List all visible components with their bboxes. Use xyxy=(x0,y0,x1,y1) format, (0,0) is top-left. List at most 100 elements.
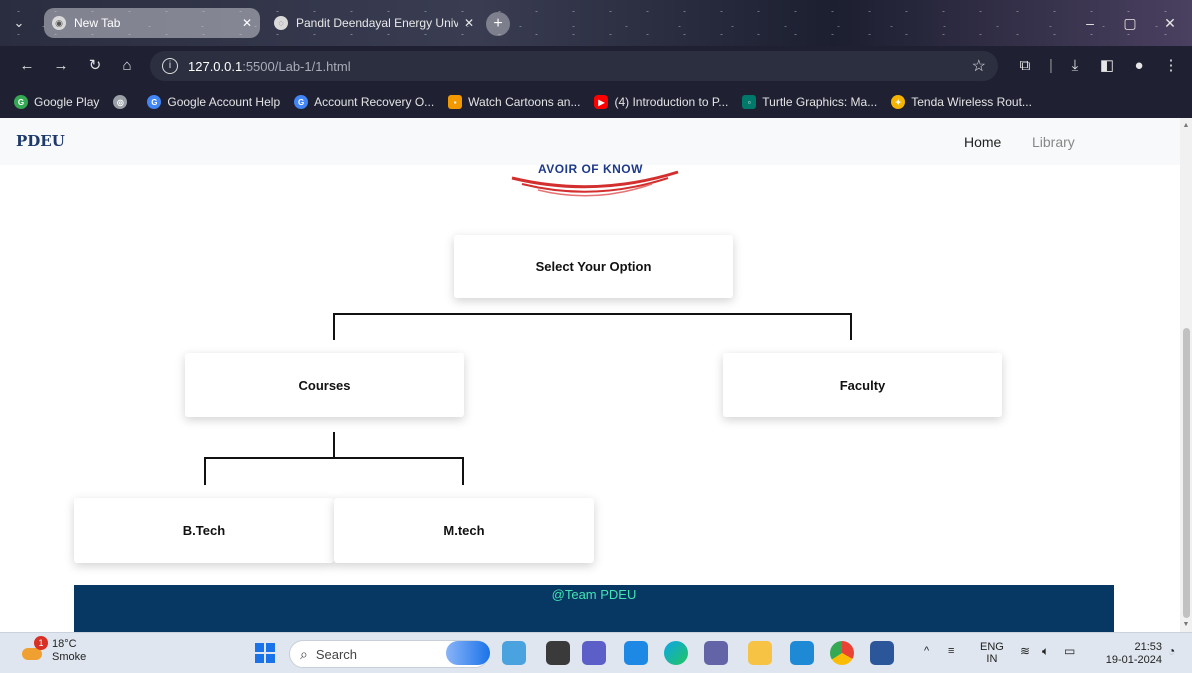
bookmark-google-play[interactable]: G Google Play xyxy=(14,95,99,109)
tab-title: Pandit Deendayal Energy Univ xyxy=(296,16,458,30)
bookmark-google-account-help[interactable]: G Google Account Help xyxy=(147,95,280,109)
file-explorer-icon[interactable] xyxy=(748,641,772,665)
download-icon[interactable]: ⤓ xyxy=(1064,55,1086,77)
weather-desc: Smoke xyxy=(52,651,87,663)
pen-menu-icon[interactable]: ≡ xyxy=(948,645,954,657)
bookmark-tenda[interactable]: ✦ Tenda Wireless Rout... xyxy=(891,95,1032,109)
search-icon: ⌕ xyxy=(300,645,308,662)
reload-icon[interactable]: ↻ xyxy=(84,55,106,77)
brand-link[interactable]: PDEU xyxy=(16,132,65,150)
bookmark-label: Tenda Wireless Rout... xyxy=(911,95,1032,109)
tab-search-icon[interactable]: ⌄ xyxy=(8,12,30,34)
youtube-icon: ▶ xyxy=(594,95,609,109)
word-icon[interactable] xyxy=(870,641,894,665)
btech-card[interactable]: B.Tech xyxy=(74,498,334,563)
browser-toolbar: ← → ↻ ⌂ i 127.0.0.1:5500/Lab-1/1.html ☆ … xyxy=(0,46,1192,86)
card-label: Faculty xyxy=(839,377,886,393)
globe-icon: ◎ xyxy=(113,95,128,109)
close-window-icon[interactable]: ✕ xyxy=(1152,8,1188,38)
card-label: Courses xyxy=(298,377,351,393)
address-bar[interactable]: i 127.0.0.1:5500/Lab-1/1.html ☆ xyxy=(150,51,998,81)
courses-card[interactable]: Courses xyxy=(185,353,464,417)
mtech-card[interactable]: M.tech xyxy=(334,498,594,563)
weather-temp: 18°C xyxy=(52,638,77,650)
taskbar-clock[interactable]: 21:53 19-01-2024 xyxy=(1106,641,1162,667)
volume-icon[interactable]: 🔈︎ xyxy=(1042,645,1049,657)
google-icon: G xyxy=(14,95,28,109)
home-icon[interactable]: ⌂ xyxy=(116,55,138,77)
card-label: M.tech xyxy=(443,523,485,538)
maximize-icon[interactable]: ▢ xyxy=(1112,8,1148,38)
card-label: Select Your Option xyxy=(535,259,652,274)
widgets-icon[interactable] xyxy=(502,641,526,665)
url-path: :5500/Lab-1/1.html xyxy=(242,58,351,74)
bookmark-label: (4) Introduction to P... xyxy=(614,95,729,109)
task-view-icon[interactable] xyxy=(546,641,570,665)
bookmark-watch-cartoons[interactable]: ▪ Watch Cartoons an... xyxy=(448,95,580,109)
new-tab-button[interactable]: + xyxy=(486,12,510,36)
footer-text: @Team PDEU xyxy=(551,587,637,602)
lang-code: ENG xyxy=(980,641,1004,653)
site-info-icon[interactable]: i xyxy=(162,58,178,74)
bookmark-label: Account Recovery O... xyxy=(314,95,435,109)
extensions-icon[interactable]: ⧉ xyxy=(1014,55,1036,77)
back-icon[interactable]: ← xyxy=(16,55,38,77)
nav-home-link[interactable]: Home xyxy=(964,134,1001,150)
scroll-down-icon[interactable]: ▼ xyxy=(1180,621,1192,628)
bookmark-label: Turtle Graphics: Ma... xyxy=(762,95,878,109)
notification-bell-icon[interactable]: ◔ xyxy=(1168,645,1175,657)
faculty-card[interactable]: Faculty xyxy=(723,353,1002,417)
edge-icon[interactable] xyxy=(664,641,688,665)
menu-kebab-icon[interactable]: ⋮ xyxy=(1160,55,1182,77)
chrome-icon[interactable] xyxy=(830,641,854,665)
bookmark-label: Watch Cartoons an... xyxy=(468,95,581,109)
minimize-icon[interactable]: – xyxy=(1072,8,1108,38)
nav-library-link[interactable]: Library xyxy=(1032,134,1075,150)
google-icon: G xyxy=(147,95,162,109)
bookmark-account-recovery[interactable]: G Account Recovery O... xyxy=(294,95,434,109)
search-placeholder: Search xyxy=(315,646,358,662)
tab-new-tab[interactable]: ◉ New Tab ✕ xyxy=(44,8,260,38)
bookmark-globe[interactable]: ◎ xyxy=(113,95,133,109)
vscode-icon[interactable] xyxy=(790,641,814,665)
chrome-favicon-icon: ◉ xyxy=(52,16,66,30)
select-option-card[interactable]: Select Your Option xyxy=(454,235,733,298)
bookmark-label: Google Play xyxy=(34,95,100,109)
bookmark-turtle-graphics[interactable]: ▫ Turtle Graphics: Ma... xyxy=(742,95,877,109)
scroll-up-icon[interactable]: ▲ xyxy=(1180,122,1192,129)
scrollbar-thumb[interactable] xyxy=(1183,328,1190,618)
url-host: 127.0.0.1 xyxy=(188,58,243,74)
bookmark-star-icon[interactable]: ☆ xyxy=(972,56,986,76)
pdeu-logo: AVOIR OF KNOW xyxy=(510,162,680,202)
teams-work-icon[interactable] xyxy=(704,641,728,665)
tab-close-icon[interactable]: ✕ xyxy=(464,16,474,30)
bookmark-youtube[interactable]: ▶ (4) Introduction to P... xyxy=(594,95,728,109)
teams-icon[interactable] xyxy=(582,641,606,665)
start-button[interactable] xyxy=(255,643,275,663)
clock-date: 19-01-2024 xyxy=(1105,654,1162,666)
tab-close-icon[interactable]: ✕ xyxy=(242,16,252,30)
copilot-widget-icon[interactable] xyxy=(446,641,490,665)
battery-icon[interactable]: ▭ xyxy=(1064,645,1075,657)
weather-widget[interactable]: 1 18°C Smoke xyxy=(20,636,87,664)
card-label: B.Tech xyxy=(182,523,226,538)
page-viewport: PDEU Home Library AVOIR OF KNOW Select Y… xyxy=(0,118,1192,632)
loading-favicon-icon: ◌ xyxy=(274,16,288,30)
region-code: IN xyxy=(986,653,998,665)
wifi-icon[interactable]: ≋ xyxy=(1020,645,1030,657)
side-panel-icon[interactable]: ◧ xyxy=(1096,55,1118,77)
tenda-icon: ✦ xyxy=(891,95,906,109)
windows-taskbar: 1 18°C Smoke ⌕ Search ^ ≡ ENG IN ≋ 🔈︎ ▭ … xyxy=(0,632,1192,673)
notification-badge: 1 xyxy=(34,636,48,650)
weather-icon: 1 xyxy=(20,636,48,664)
forward-icon[interactable]: → xyxy=(50,55,72,77)
page-scrollbar[interactable]: ▲ ▼ xyxy=(1180,118,1192,632)
clock-time: 21:53 xyxy=(1134,641,1162,653)
tab-pdeu[interactable]: ◌ Pandit Deendayal Energy Univ ✕ xyxy=(266,8,482,38)
store-icon[interactable] xyxy=(624,641,648,665)
toolbar-divider: | xyxy=(1049,57,1053,74)
profile-avatar[interactable]: ● xyxy=(1128,55,1150,77)
tray-chevron-icon[interactable]: ^ xyxy=(924,645,929,657)
turtle-site-icon: ▫ xyxy=(742,95,757,109)
language-indicator[interactable]: ENG IN xyxy=(980,641,1004,665)
